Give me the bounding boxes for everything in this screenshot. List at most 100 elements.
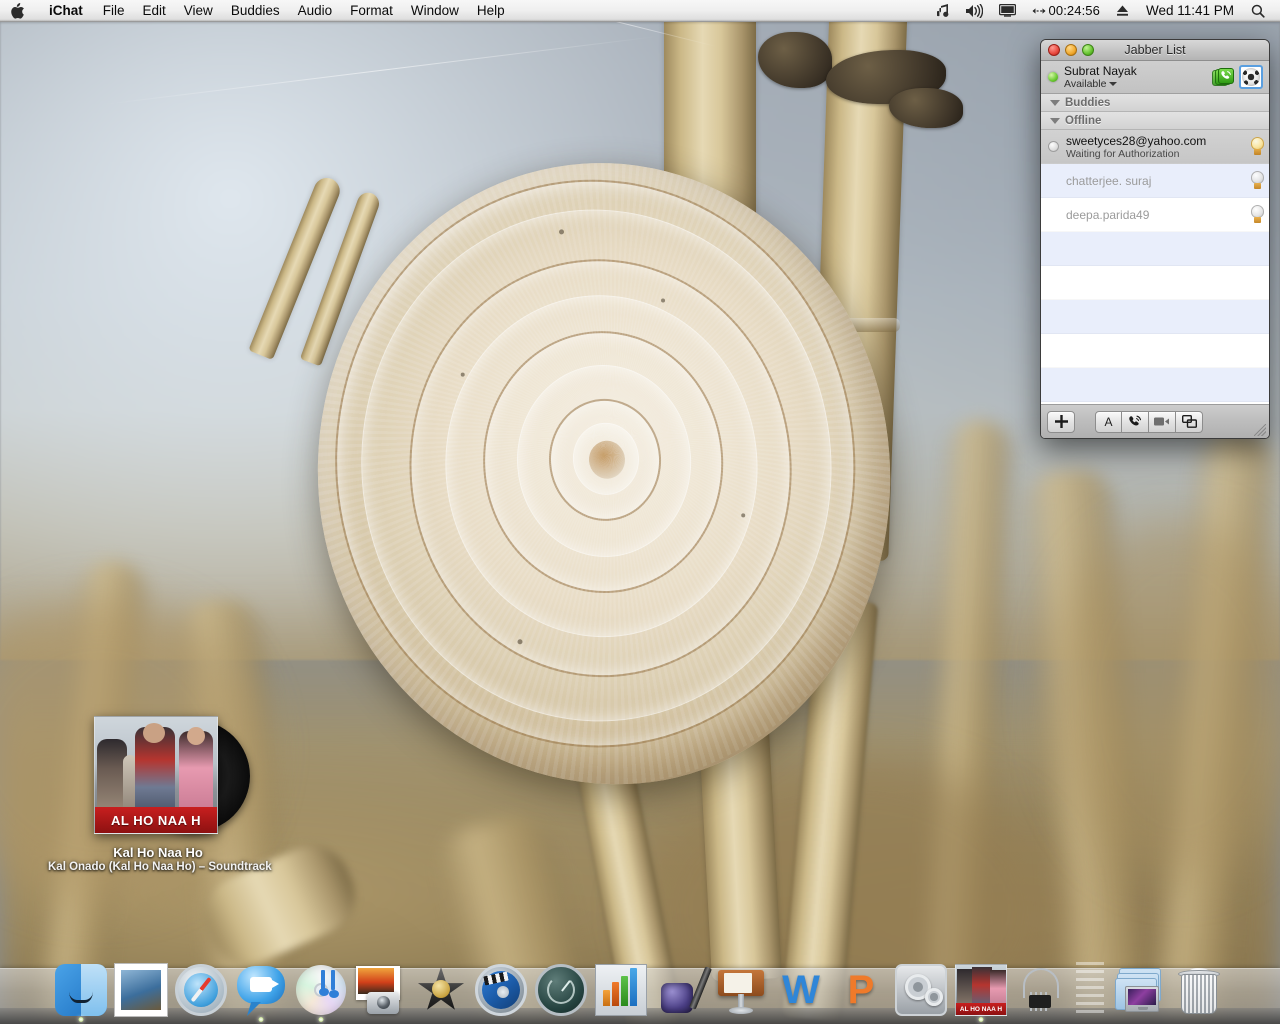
ichat-icon — [235, 964, 287, 1016]
menu-item-audio[interactable]: Audio — [289, 0, 342, 22]
dock-item-keynote[interactable] — [592, 954, 650, 1016]
album-banner-text: AL HO NAA H — [95, 807, 217, 833]
chevron-down-icon[interactable] — [1109, 82, 1118, 86]
buddy-row-empty[interactable] — [1041, 232, 1269, 266]
buddy-name: chatterjee. suraj — [1066, 173, 1152, 188]
buddy-substatus: Waiting for Authorization — [1066, 147, 1180, 160]
menu-item-file[interactable]: File — [94, 0, 134, 22]
buddy-row-empty[interactable] — [1041, 300, 1269, 334]
idle-bulb-icon[interactable] — [1251, 205, 1264, 224]
account-status-label: Available — [1064, 78, 1107, 90]
account-status[interactable]: Available — [1064, 78, 1212, 90]
dock-separator — [1076, 962, 1104, 1014]
cover-figure — [187, 727, 205, 745]
menu-item-ichat[interactable]: iChat — [38, 0, 94, 22]
buddy-row-empty[interactable] — [1041, 266, 1269, 300]
resize-grip[interactable] — [1254, 424, 1266, 436]
dock-item-safari[interactable] — [172, 954, 230, 1016]
group-header-buddies[interactable]: Buddies — [1041, 94, 1269, 112]
text-chat-button[interactable]: A — [1095, 410, 1122, 433]
stack-folder-icon — [1113, 964, 1165, 1016]
dock-item-powerpoint[interactable]: P — [832, 954, 890, 1016]
jabber-list-window[interactable]: Jabber List Subrat Nayak Available Buddi… — [1040, 39, 1270, 439]
audio-chat-button[interactable] — [1122, 410, 1149, 433]
dock-item-itunes[interactable] — [292, 954, 350, 1022]
dock-item-album-art[interactable]: AL HO NAA H — [952, 954, 1010, 1022]
minimize-button[interactable] — [1065, 44, 1077, 56]
menu-bar-clock[interactable]: Wed 11:41 PM — [1137, 3, 1243, 18]
offline-status-dot — [1048, 141, 1059, 152]
buddy-info: chatterjee. suraj — [1066, 174, 1251, 188]
volume-icon[interactable] — [958, 3, 991, 18]
safari-icon — [175, 964, 227, 1016]
running-indicator — [78, 1017, 84, 1022]
buddy-row[interactable]: sweetyces28@yahoo.com Waiting for Author… — [1041, 130, 1269, 164]
eject-icon[interactable] — [1108, 4, 1137, 17]
menu-item-edit[interactable]: Edit — [134, 0, 175, 22]
apple-menu-icon[interactable] — [0, 2, 38, 19]
inkwell-icon — [655, 964, 712, 1016]
time-machine-icon — [535, 964, 587, 1016]
menu-item-buddies[interactable]: Buddies — [222, 0, 289, 22]
idle-bulb-icon[interactable] — [1251, 137, 1264, 156]
buddy-info: sweetyces28@yahoo.com Waiting for Author… — [1066, 134, 1251, 160]
disclosure-triangle-icon[interactable] — [1050, 99, 1060, 106]
album-art-icon: AL HO NAA H — [955, 964, 1007, 1016]
dock-item-ichat[interactable] — [232, 954, 290, 1022]
buddy-row[interactable]: deepa.parida49 — [1041, 198, 1269, 232]
avatar — [1242, 68, 1260, 86]
menu-timer[interactable]: 00:24:56 — [1024, 0, 1108, 22]
menu-bar: iChat File Edit View Buddies Audio Forma… — [0, 0, 1280, 22]
menu-item-format[interactable]: Format — [341, 0, 402, 22]
idvd-icon — [475, 964, 527, 1016]
buddy-list[interactable]: sweetyces28@yahoo.com Waiting for Author… — [1041, 130, 1269, 404]
running-indicator — [258, 1017, 264, 1022]
window-titlebar[interactable]: Jabber List — [1041, 40, 1269, 61]
cover-figure — [143, 723, 165, 743]
account-row[interactable]: Subrat Nayak Available — [1041, 61, 1269, 94]
word-icon: W — [782, 967, 820, 1012]
dock-item-finder[interactable] — [52, 954, 110, 1022]
dock-item-trash[interactable] — [1170, 954, 1228, 1016]
dock-item-imovie[interactable] — [412, 954, 470, 1016]
dock-item-stack[interactable] — [1110, 954, 1168, 1016]
music-note-icon[interactable] — [929, 3, 958, 18]
buddy-info: deepa.parida49 — [1066, 208, 1251, 222]
account-actions — [1212, 65, 1265, 89]
dock-item-word[interactable]: W — [772, 954, 830, 1016]
dock-item-podium[interactable] — [712, 954, 770, 1016]
dock-item-system-preferences[interactable] — [892, 954, 950, 1016]
spotlight-search-icon[interactable] — [1243, 4, 1273, 18]
group-label: Buddies — [1065, 96, 1111, 109]
buddy-row-empty[interactable] — [1041, 368, 1269, 402]
idle-bulb-icon[interactable] — [1251, 171, 1264, 190]
dock-item-mail[interactable] — [112, 954, 170, 1016]
disclosure-triangle-icon[interactable] — [1050, 117, 1060, 124]
dock-item-iphoto[interactable] — [352, 954, 410, 1016]
timer-value: 00:24:56 — [1048, 2, 1100, 18]
dock-item-idvd[interactable] — [472, 954, 530, 1016]
menu-item-view[interactable]: View — [175, 0, 222, 22]
dock-item-time-machine[interactable] — [532, 954, 590, 1016]
running-indicator — [978, 1017, 984, 1022]
buddy-row-empty[interactable] — [1041, 334, 1269, 368]
available-status-dot — [1048, 72, 1058, 82]
display-icon[interactable] — [991, 4, 1024, 17]
mail-icon — [115, 964, 167, 1016]
phone-stack-icon[interactable] — [1212, 67, 1235, 87]
iphoto-icon — [355, 964, 407, 1016]
dock-item-chip-tool[interactable] — [1012, 954, 1070, 1016]
zoom-button[interactable] — [1082, 44, 1094, 56]
video-chat-button[interactable] — [1149, 410, 1176, 433]
add-buddy-button[interactable] — [1047, 410, 1075, 433]
group-header-offline[interactable]: Offline — [1041, 112, 1269, 130]
buddy-row[interactable]: chatterjee. suraj — [1041, 164, 1269, 198]
soccer-ball-avatar[interactable] — [1239, 65, 1263, 89]
close-button[interactable] — [1048, 44, 1060, 56]
dock-item-inkwell[interactable] — [652, 954, 712, 1016]
screen-share-button[interactable] — [1176, 410, 1203, 433]
menu-item-window[interactable]: Window — [402, 0, 468, 22]
menu-item-help[interactable]: Help — [468, 0, 514, 22]
desktop-screen: iChat File Edit View Buddies Audio Forma… — [0, 0, 1280, 1024]
menu-bar-status-area: 00:24:56 Wed 11:41 PM — [929, 0, 1280, 22]
